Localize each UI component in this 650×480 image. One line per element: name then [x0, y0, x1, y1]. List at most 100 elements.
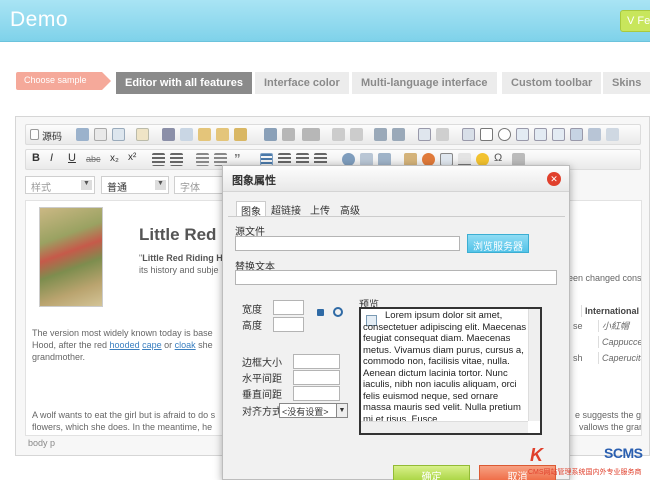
element-path-bar[interactable]: body p: [28, 438, 55, 448]
source-icon: [30, 129, 39, 140]
link-hooded[interactable]: hooded: [110, 340, 140, 350]
table-cell: se: [573, 321, 583, 331]
height-input[interactable]: [273, 317, 304, 332]
strike-icon[interactable]: abc: [86, 154, 102, 167]
reset-size-icon[interactable]: [333, 307, 343, 317]
special-char-icon[interactable]: Ω: [494, 152, 507, 165]
browse-server-button[interactable]: 浏览服务器: [467, 234, 529, 253]
print-icon[interactable]: [264, 128, 277, 141]
hspace-label: 水平间距: [242, 374, 282, 385]
cut-icon[interactable]: [162, 128, 175, 141]
style-select[interactable]: 样式 ▼: [25, 176, 95, 194]
intro-bold: Little Red Riding Ho: [142, 253, 229, 263]
image-preview-box: Lorem ipsum dolor sit amet, consectetuer…: [359, 307, 542, 435]
button-field-icon[interactable]: [570, 128, 583, 141]
little-red-riding-hood-image[interactable]: [39, 207, 103, 307]
para2-line-2: flowers, which she does. In the meantime…: [32, 422, 213, 432]
border-label: 边框大小: [242, 358, 282, 369]
height-label: 高度: [242, 321, 262, 332]
numbered-list-icon[interactable]: [152, 153, 165, 166]
form-icon[interactable]: [462, 128, 475, 141]
paste-text-icon[interactable]: [216, 128, 229, 141]
align-select[interactable]: <没有设置> ▼: [279, 403, 348, 418]
header-action-button[interactable]: V Fe: [620, 10, 650, 32]
superscript-icon[interactable]: x²: [128, 152, 142, 165]
source-button[interactable]: 源码: [42, 128, 62, 143]
preview-icon[interactable]: [112, 128, 125, 141]
width-input[interactable]: [273, 300, 304, 315]
para2-line-1: A wolf wants to eat the girl but is afra…: [32, 410, 216, 420]
preview-vertical-scrollbar[interactable]: [528, 309, 540, 421]
font-select-value: 字体: [180, 183, 200, 194]
textfield-icon[interactable]: [516, 128, 529, 141]
find-icon[interactable]: [374, 128, 387, 141]
table-cell: Cappuccetto R: [598, 336, 641, 348]
border-input[interactable]: [293, 354, 340, 369]
tab-interface-color[interactable]: Interface color: [255, 72, 349, 94]
select-all-icon[interactable]: [418, 128, 431, 141]
tab-advanced[interactable]: 高级: [336, 201, 364, 217]
source-file-input[interactable]: [235, 236, 460, 251]
link-cloak[interactable]: cloak: [175, 340, 196, 350]
preview-horizontal-scrollbar[interactable]: [361, 421, 528, 433]
paste-icon[interactable]: [198, 128, 211, 141]
intro-line-1: "Little Red Riding Ho: [139, 252, 228, 264]
tab-hyperlink[interactable]: 超链接: [267, 201, 305, 217]
page-title: Demo: [10, 8, 69, 31]
lock-ratio-icon[interactable]: [317, 309, 324, 316]
underline-icon[interactable]: U: [68, 152, 81, 165]
tab-custom-toolbar[interactable]: Custom toolbar: [502, 72, 602, 94]
width-label: 宽度: [242, 305, 262, 316]
templates-icon[interactable]: [136, 128, 149, 141]
style-select-value: 样式: [31, 183, 51, 194]
vspace-input[interactable]: [293, 386, 340, 401]
dialog-title: 图象属性: [223, 166, 569, 192]
preview-text: Lorem ipsum dolor sit amet, consectetuer…: [363, 310, 527, 425]
bulleted-list-icon[interactable]: [170, 153, 183, 166]
para1-line-2: Hood, after the red hooded cape or cloak…: [32, 339, 213, 351]
redo-icon[interactable]: [350, 128, 363, 141]
radio-icon[interactable]: [498, 128, 511, 141]
scayt-icon[interactable]: [302, 128, 320, 141]
bold-icon[interactable]: B: [32, 152, 45, 165]
spellcheck-icon[interactable]: [282, 128, 295, 141]
outdent-icon[interactable]: [196, 153, 209, 166]
new-page-icon[interactable]: [94, 128, 107, 141]
hidden-field-icon[interactable]: [606, 128, 619, 141]
undo-icon[interactable]: [332, 128, 345, 141]
align-label: 对齐方式: [242, 407, 282, 418]
italic-icon[interactable]: I: [50, 152, 63, 165]
tab-editor-all-features[interactable]: Editor with all features: [116, 72, 252, 94]
format-select[interactable]: 普通 ▼: [101, 176, 169, 194]
table-cell: 小紅帽: [598, 320, 629, 332]
replace-icon[interactable]: [392, 128, 405, 141]
alt-text-input[interactable]: [235, 270, 557, 285]
tab-skins[interactable]: Skins: [603, 72, 650, 94]
blockquote-icon[interactable]: ”: [234, 151, 247, 166]
link-cape[interactable]: cape: [142, 340, 162, 350]
font-select[interactable]: 字体: [174, 176, 226, 194]
chevron-down-icon: ▼: [155, 180, 166, 190]
tab-upload[interactable]: 上传: [306, 201, 334, 217]
select-field-icon[interactable]: [552, 128, 565, 141]
vspace-label: 垂直间距: [242, 390, 282, 401]
checkbox-icon[interactable]: [480, 128, 493, 141]
align-select-value: <没有设置>: [282, 407, 329, 417]
ok-button[interactable]: 确定: [393, 465, 470, 480]
image-button-icon[interactable]: [588, 128, 601, 141]
watermark-letter: K: [530, 445, 543, 465]
save-icon[interactable]: [76, 128, 89, 141]
tab-image[interactable]: 图象: [236, 201, 266, 218]
copy-icon[interactable]: [180, 128, 193, 141]
para1-text-a: Hood, after the red: [32, 340, 110, 350]
paste-word-icon[interactable]: [234, 128, 247, 141]
subscript-icon[interactable]: x₂: [110, 153, 124, 166]
watermark-brand: SCMS: [604, 445, 643, 461]
textarea-icon[interactable]: [534, 128, 547, 141]
table-cell: sh: [573, 353, 583, 363]
tab-multi-language[interactable]: Multi-language interface: [352, 72, 497, 94]
remove-format-icon[interactable]: [436, 128, 449, 141]
para1-text-or: or: [161, 340, 175, 350]
close-icon[interactable]: ✕: [547, 172, 561, 186]
hspace-input[interactable]: [293, 370, 340, 385]
